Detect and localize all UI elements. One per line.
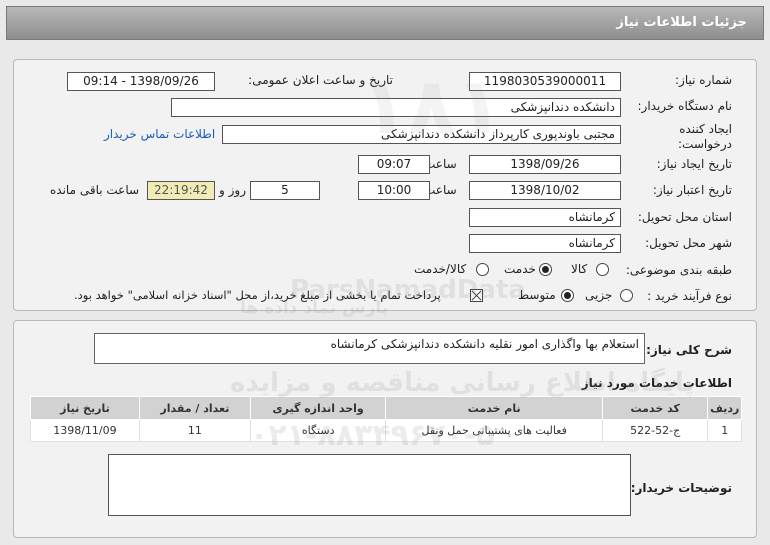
cell-service-code: ج-52-522	[601, 419, 709, 442]
payment-note: پرداخت تمام یا بخشی از مبلغ خرید،از محل …	[74, 288, 441, 302]
create-date-label: تاریخ ایجاد نیاز:	[656, 157, 732, 171]
announce-label: تاریخ و ساعت اعلان عمومی:	[248, 73, 393, 87]
buyer-org-field[interactable]: دانشکده دندانپزشکی	[171, 98, 621, 117]
need-number-field[interactable]: 1198030539000011	[469, 72, 621, 91]
services-section-title: اطلاعات خدمات مورد نیاز	[581, 376, 732, 390]
col-header-need-date: تاریخ نیاز	[30, 396, 140, 420]
validity-time-field[interactable]: 10:00	[358, 181, 430, 200]
remaining-time-field: 22:19:42	[147, 181, 215, 200]
cell-row-num: 1	[707, 419, 742, 442]
validity-label: تاریخ اعتبار نیاز:	[652, 183, 732, 197]
process-radio-medium[interactable]	[561, 289, 574, 302]
col-header-quantity: تعداد / مقدار	[138, 396, 251, 420]
need-info-panel: شماره نیاز: 1198030539000011 تاریخ و ساع…	[13, 59, 757, 311]
page-title: جزئیات اطلاعات نیاز	[616, 15, 747, 30]
process-option-medium: متوسط	[518, 288, 556, 302]
services-table: ردیف کد خدمت نام خدمت واحد اندازه گیری ت…	[30, 396, 742, 442]
cell-need-date: 1398/11/09	[30, 419, 140, 442]
create-date-field[interactable]: 1398/09/26	[469, 155, 621, 174]
col-header-service-code: کد خدمت	[601, 396, 709, 420]
process-radio-minor[interactable]	[620, 289, 633, 302]
province-label: استان محل تحویل:	[637, 210, 732, 224]
need-number-label: شماره نیاز:	[675, 73, 732, 87]
buyer-org-label: نام دستگاه خریدار:	[637, 99, 733, 113]
category-radio-goods-service[interactable]	[476, 263, 489, 276]
remaining-label: ساعت باقی مانده	[50, 183, 140, 197]
category-radio-goods[interactable]	[596, 263, 609, 276]
category-label: طبقه بندی موضوعی:	[625, 263, 732, 277]
buyer-contact-link[interactable]: اطلاعات تماس خریدار	[104, 127, 215, 141]
days-field[interactable]: 5	[250, 181, 320, 200]
buyer-notes-field[interactable]	[108, 454, 631, 516]
category-option-goods: کالا	[571, 262, 588, 276]
category-option-service: خدمت	[504, 262, 536, 276]
buyer-notes-label: توضیحات خریدار:	[630, 481, 732, 495]
summary-field[interactable]: استعلام بها واگذاری امور نقلیه دانشکده د…	[94, 333, 645, 364]
category-option-goods-service: کالا/خدمت	[414, 262, 467, 276]
creator-label: ایجاد کننده درخواست:	[678, 122, 732, 151]
create-time-field[interactable]: 09:07	[358, 155, 430, 174]
process-option-minor: جزیی	[585, 288, 613, 302]
table-header-row: ردیف کد خدمت نام خدمت واحد اندازه گیری ت…	[30, 396, 742, 420]
col-header-service-name: نام خدمت	[385, 396, 603, 420]
city-field[interactable]: کرمانشاه	[469, 234, 621, 253]
table-row[interactable]: 1 ج-52-522 فعالیت های پشتیبانی حمل ونقل …	[30, 419, 742, 442]
province-field[interactable]: کرمانشاه	[469, 208, 621, 227]
process-label: نوع فرآیند خرید :	[647, 289, 732, 303]
page-header: جزئیات اطلاعات نیاز	[6, 6, 764, 40]
col-header-unit: واحد اندازه گیری	[249, 396, 387, 420]
days-label: روز و	[219, 183, 246, 197]
treasury-payment-checkbox[interactable]	[470, 289, 483, 302]
announce-field[interactable]: 1398/09/26 - 09:14	[67, 72, 215, 91]
cell-unit: دستگاه	[249, 419, 387, 442]
creator-field[interactable]: مجتبی باوندپوری کارپرداز دانشکده دندانپز…	[222, 125, 621, 144]
validity-date-field[interactable]: 1398/10/02	[469, 181, 621, 200]
category-radio-service[interactable]	[539, 263, 552, 276]
cell-service-name: فعالیت های پشتیبانی حمل ونقل	[385, 419, 603, 442]
city-label: شهر محل تحویل:	[645, 236, 732, 250]
summary-label: شرح کلی نیاز:	[646, 343, 732, 357]
need-details-panel: شرح کلی نیاز: استعلام بها واگذاری امور ن…	[13, 320, 757, 538]
col-header-row-num: ردیف	[707, 396, 742, 420]
cell-quantity: 11	[138, 419, 251, 442]
